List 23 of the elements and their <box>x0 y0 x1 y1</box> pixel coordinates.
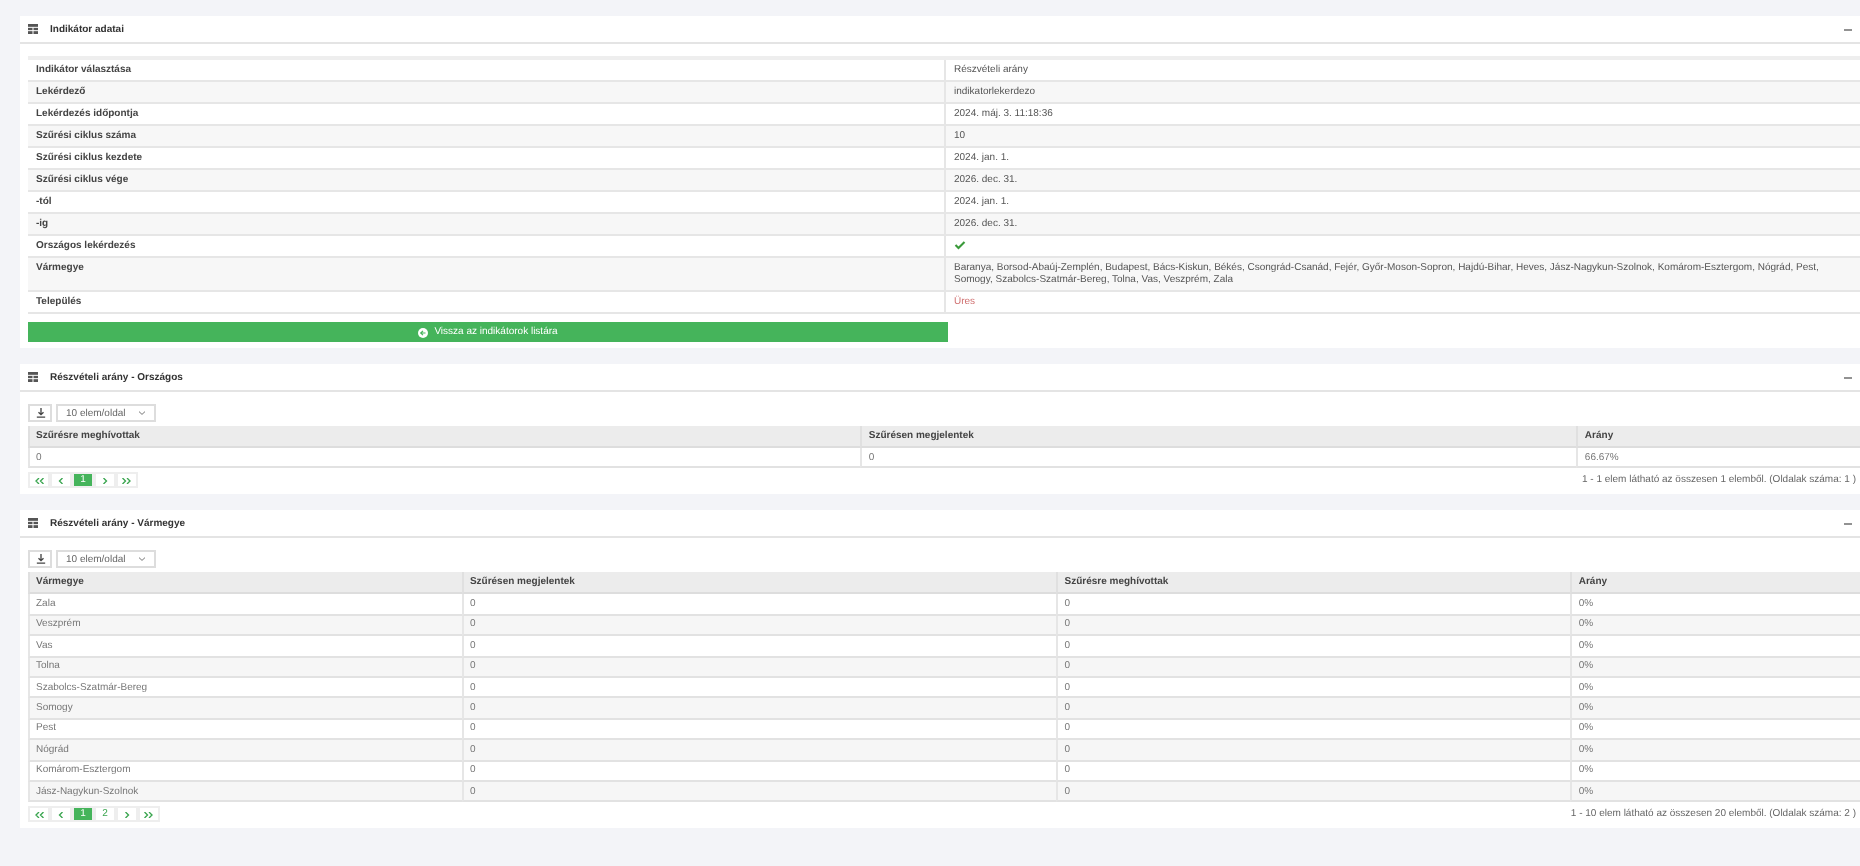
double-chevron-left-icon <box>34 477 44 484</box>
double-chevron-right-icon <box>122 477 132 484</box>
previous-page-button[interactable] <box>50 472 72 489</box>
next-page-button[interactable] <box>116 806 138 823</box>
collapse-icon[interactable] <box>1844 521 1852 526</box>
download-icon <box>35 554 45 565</box>
download-button[interactable] <box>28 550 52 569</box>
table-icon <box>28 24 38 34</box>
first-page-button[interactable] <box>28 472 50 489</box>
arrow-icon <box>418 327 429 337</box>
previous-page-button[interactable] <box>50 806 72 823</box>
last-page-button[interactable] <box>138 806 160 823</box>
first-page-button[interactable] <box>28 806 50 823</box>
download-icon <box>35 408 45 418</box>
next-page-button[interactable] <box>94 472 116 489</box>
caret-icon <box>137 410 146 416</box>
table-icon <box>28 372 38 382</box>
double-chevron-left-icon <box>34 811 44 818</box>
double-chevron-right-icon <box>144 811 154 818</box>
last-page-button[interactable] <box>116 472 138 489</box>
caret-icon <box>137 556 146 563</box>
download-button[interactable] <box>28 404 52 422</box>
table-icon <box>28 518 38 529</box>
